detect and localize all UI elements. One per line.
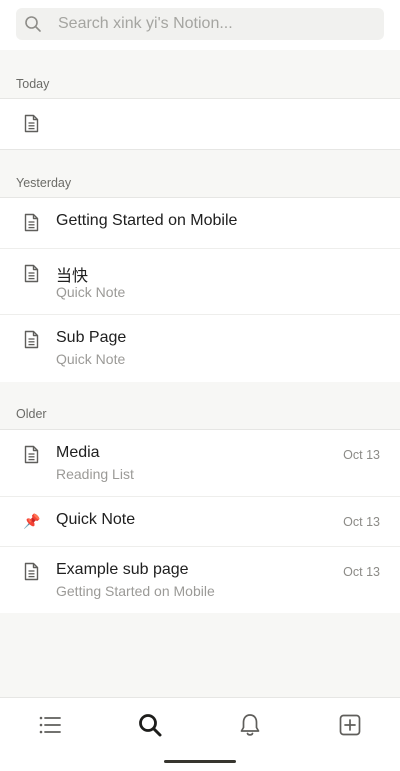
item-title: Media <box>56 444 100 461</box>
item-subtitle: Getting Started on Mobile <box>56 583 215 599</box>
today-list <box>0 98 400 150</box>
page-icon <box>23 114 40 133</box>
list-item[interactable]: Getting Started on Mobile <box>0 198 400 248</box>
item-subtitle: Quick Note <box>56 284 126 300</box>
yesterday-list: Getting Started on Mobile 当快 Quick Note … <box>0 197 400 382</box>
item-title: 当快 <box>56 268 89 285</box>
list-item[interactable]: Example sub page Getting Started on Mobi… <box>0 546 400 613</box>
item-title: Quick Note <box>56 511 136 528</box>
item-date: Oct 13 <box>343 448 380 462</box>
item-date: Oct 13 <box>343 565 380 579</box>
page-icon <box>23 213 40 232</box>
section-label-yesterday: Yesterday <box>16 176 72 190</box>
page-icon <box>23 562 40 581</box>
older-list: Media Reading List Oct 13 📌 Quick Note O… <box>0 429 400 613</box>
item-subtitle: Quick Note <box>56 351 126 367</box>
list-item[interactable] <box>0 99 400 149</box>
search-header <box>0 0 400 50</box>
search-icon[interactable] <box>137 712 163 738</box>
item-title: Getting Started on Mobile <box>56 212 238 229</box>
list-icon[interactable] <box>37 712 63 738</box>
search-bar[interactable] <box>16 8 384 40</box>
bell-icon[interactable] <box>237 712 263 738</box>
item-title: Example sub page <box>56 561 189 578</box>
search-input[interactable] <box>58 8 374 40</box>
page-icon <box>23 330 40 349</box>
section-label-today: Today <box>16 77 50 91</box>
page-icon <box>23 264 40 283</box>
list-item[interactable]: 📌 Quick Note Oct 13 <box>0 496 400 547</box>
list-item[interactable]: Sub Page Quick Note <box>0 314 400 382</box>
home-indicator <box>164 760 236 763</box>
list-item[interactable]: Media Reading List Oct 13 <box>0 430 400 496</box>
add-page-icon[interactable] <box>337 712 363 738</box>
search-icon <box>25 16 41 32</box>
item-title: Sub Page <box>56 329 127 346</box>
section-label-older: Older <box>16 407 47 421</box>
item-subtitle: Reading List <box>56 466 134 482</box>
item-date: Oct 13 <box>343 515 380 529</box>
pushpin-icon: 📌 <box>23 513 41 529</box>
page-icon <box>23 445 40 464</box>
list-item[interactable]: 当快 Quick Note <box>0 248 400 315</box>
